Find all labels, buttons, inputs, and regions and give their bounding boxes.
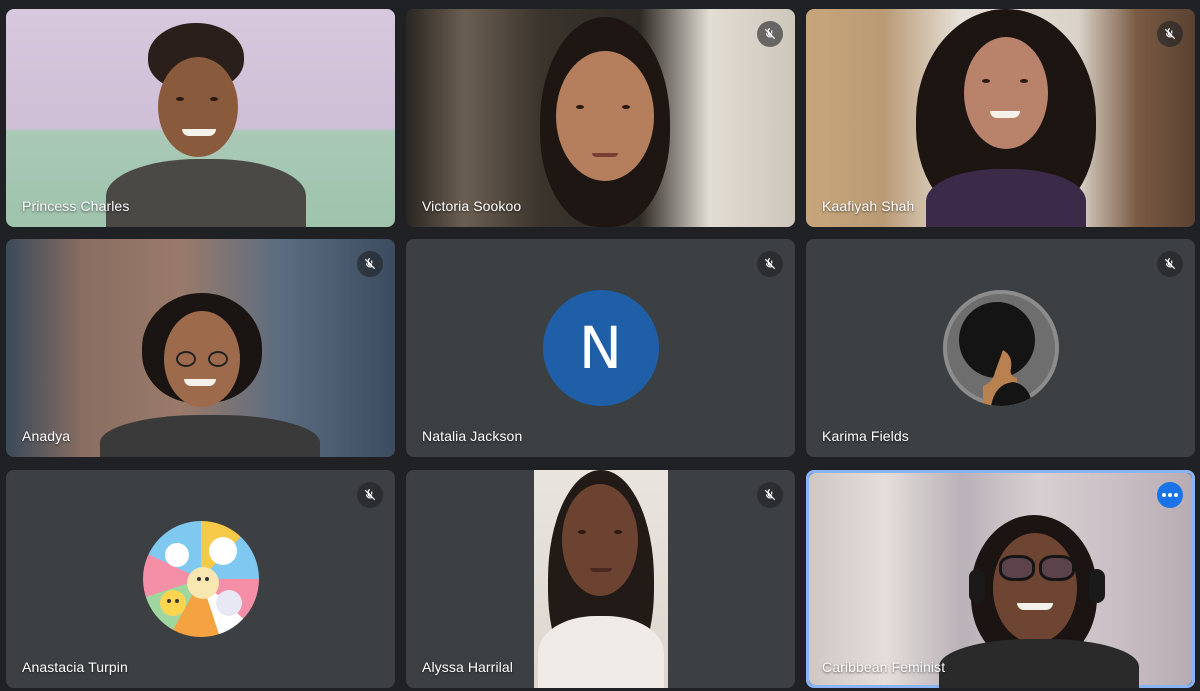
avatar: [142, 521, 259, 637]
participant-tile[interactable]: Karima Fields: [806, 239, 1195, 457]
participant-name: Victoria Sookoo: [422, 198, 522, 214]
participant-figure: [106, 19, 306, 227]
participant-tile[interactable]: Kaafiyah Shah: [806, 9, 1195, 227]
avatar: N: [542, 290, 659, 406]
mic-off-icon: [757, 251, 783, 277]
participant-tile[interactable]: Anastacia Turpin: [6, 470, 395, 688]
participant-name: Natalia Jackson: [422, 428, 523, 444]
mic-off-icon: [757, 482, 783, 508]
headphone-right: [1089, 569, 1105, 603]
participant-name: Karima Fields: [822, 428, 909, 444]
headphone-left: [969, 569, 985, 603]
mic-off-icon: [357, 251, 383, 277]
participant-figure: [534, 470, 668, 688]
mic-off-icon: [357, 482, 383, 508]
participant-name: Anadya: [22, 428, 71, 444]
participant-video: [6, 9, 395, 227]
mic-off-icon: [1157, 21, 1183, 47]
participant-name: Anastacia Turpin: [22, 659, 128, 675]
participant-tile-active[interactable]: Caribbean Feminist: [806, 470, 1195, 688]
participant-name: Alyssa Harrilal: [422, 659, 513, 675]
sticker-collage-icon: [159, 537, 242, 616]
participant-tile[interactable]: Princess Charles: [6, 9, 395, 227]
afro-silhouette-icon: [958, 302, 1035, 406]
participant-grid: Princess Charles Victoria Sookoo Kaafiya…: [0, 0, 1200, 691]
avatar: [942, 290, 1059, 406]
participant-tile[interactable]: Alyssa Harrilal: [406, 470, 795, 688]
participant-name: Princess Charles: [22, 198, 130, 214]
participant-tile[interactable]: N Natalia Jackson: [406, 239, 795, 457]
participant-figure: [100, 289, 320, 457]
participant-figure: [939, 513, 1139, 688]
participant-tile[interactable]: Victoria Sookoo: [406, 9, 795, 227]
participant-video: [809, 473, 1192, 688]
participant-name: Kaafiyah Shah: [822, 198, 915, 214]
participant-tile[interactable]: Anadya: [6, 239, 395, 457]
participant-name: Caribbean Feminist: [822, 659, 946, 675]
mic-off-icon: [757, 21, 783, 47]
participant-video: [406, 9, 795, 227]
participant-video: [534, 470, 668, 688]
participant-figure: [906, 9, 1106, 227]
more-options-icon[interactable]: [1157, 482, 1183, 508]
participant-figure: [526, 17, 696, 227]
mic-off-icon: [1157, 251, 1183, 277]
participant-video: [806, 9, 1195, 227]
participant-video: [6, 239, 395, 457]
